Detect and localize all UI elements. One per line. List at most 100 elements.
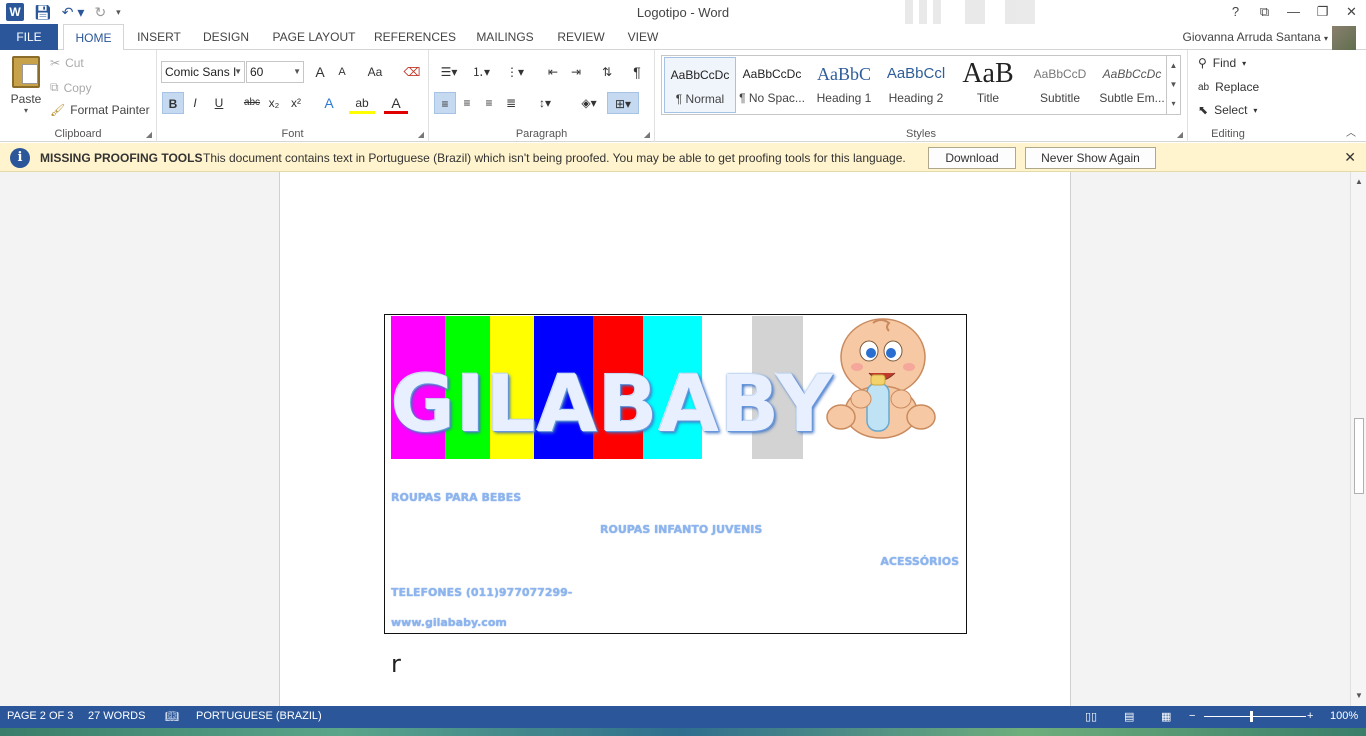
dialog-launcher-icon[interactable]: ◢ bbox=[418, 130, 424, 139]
style-subtle-emphasis[interactable]: AaBbCcDc Subtle Em... bbox=[1096, 57, 1168, 113]
zoom-level[interactable]: 100% bbox=[1330, 710, 1358, 722]
underline-button[interactable]: U bbox=[207, 92, 231, 114]
text-effects-button[interactable]: A bbox=[317, 92, 341, 114]
font-size-input[interactable]: 60 ▼ bbox=[246, 61, 304, 83]
grow-font-button[interactable]: A bbox=[310, 61, 330, 83]
dialog-launcher-icon[interactable]: ◢ bbox=[146, 130, 152, 139]
style-no-spacing[interactable]: AaBbCcDc ¶ No Spac... bbox=[736, 57, 808, 113]
zoom-out-button[interactable]: − bbox=[1189, 710, 1195, 722]
ribbon-display-button[interactable]: ⧉ bbox=[1250, 0, 1279, 24]
replace-button[interactable]: ab Replace bbox=[1198, 80, 1259, 94]
never-show-again-button[interactable]: Never Show Again bbox=[1025, 147, 1156, 169]
tab-page-layout[interactable]: PAGE LAYOUT bbox=[268, 24, 360, 50]
sort-icon[interactable]: ⇅ bbox=[597, 61, 617, 83]
zoom-slider[interactable] bbox=[1204, 716, 1306, 717]
scroll-down-icon[interactable]: ▼ bbox=[1351, 688, 1366, 704]
dialog-launcher-icon[interactable]: ◢ bbox=[1177, 130, 1183, 139]
find-button[interactable]: ⚲ Find ▾ bbox=[1198, 56, 1246, 70]
select-button[interactable]: ⬉ Select ▾ bbox=[1198, 103, 1257, 117]
user-name[interactable]: Giovanna Arruda Santana ▾ bbox=[1183, 30, 1328, 44]
zoom-slider-thumb[interactable] bbox=[1250, 711, 1253, 722]
more-icon[interactable]: ▾ bbox=[1167, 94, 1180, 113]
close-button[interactable]: ✕ bbox=[1337, 0, 1366, 24]
close-icon[interactable]: ✕ bbox=[1344, 149, 1356, 166]
change-case-button[interactable]: Aa bbox=[360, 61, 390, 83]
logo-line-acessorios: ACESSÓRIOS bbox=[880, 555, 959, 568]
align-center-icon[interactable]: ≡ bbox=[457, 92, 477, 114]
collapse-ribbon-icon[interactable]: ︿ bbox=[1346, 124, 1356, 139]
scroll-thumb[interactable] bbox=[1354, 418, 1364, 494]
font-family-input[interactable]: Comic Sans I ▼ bbox=[161, 61, 245, 83]
italic-button[interactable]: I bbox=[185, 92, 205, 114]
decrease-indent-icon[interactable]: ⇤ bbox=[543, 61, 563, 83]
style-title[interactable]: AaB Title bbox=[952, 57, 1024, 113]
binoculars-icon: ⚲ bbox=[1198, 56, 1207, 70]
style-subtitle[interactable]: AaBbCcD Subtitle bbox=[1024, 57, 1096, 113]
language-indicator[interactable]: PORTUGUESE (BRAZIL) bbox=[196, 710, 322, 722]
show-formatting-button[interactable]: ¶ bbox=[627, 61, 647, 83]
align-right-icon[interactable]: ≡ bbox=[479, 92, 499, 114]
styles-gallery-scroll[interactable]: ▲ ▼ ▾ bbox=[1166, 56, 1180, 114]
restore-button[interactable]: ❐ bbox=[1308, 0, 1337, 24]
tab-design[interactable]: DESIGN bbox=[197, 24, 255, 50]
chevron-down-icon[interactable]: ▼ bbox=[1167, 75, 1180, 94]
copy-button[interactable]: ⧉ Copy bbox=[50, 80, 92, 95]
info-icon: i bbox=[10, 148, 30, 168]
superscript-button[interactable]: x² bbox=[286, 92, 306, 114]
shrink-font-button[interactable]: A bbox=[332, 61, 352, 83]
vertical-scrollbar[interactable]: ▲ ▼ bbox=[1350, 172, 1366, 706]
line-spacing-icon[interactable]: ↕▾ bbox=[531, 92, 559, 114]
style-heading-2[interactable]: AaBbCcl Heading 2 bbox=[880, 57, 952, 113]
subscript-button[interactable]: x₂ bbox=[264, 92, 284, 114]
tab-home[interactable]: HOME bbox=[63, 24, 124, 51]
borders-icon[interactable]: ⊞▾ bbox=[607, 92, 639, 114]
bold-button[interactable]: B bbox=[162, 92, 184, 114]
align-left-icon[interactable]: ≡ bbox=[434, 92, 456, 114]
scroll-up-icon[interactable]: ▲ bbox=[1351, 174, 1366, 190]
word-count[interactable]: 27 WORDS bbox=[88, 710, 145, 722]
replace-icon: ab bbox=[1198, 81, 1210, 93]
highlight-button[interactable]: ab bbox=[349, 92, 375, 114]
minimize-button[interactable]: — bbox=[1279, 0, 1308, 24]
increase-indent-icon[interactable]: ⇥ bbox=[566, 61, 586, 83]
logo-box[interactable]: GILABABY ROUPAS PARA BEBES ROUPAS INFANT… bbox=[384, 314, 967, 634]
bullets-icon[interactable]: ☰▾ bbox=[435, 61, 463, 83]
page-count[interactable]: PAGE 2 OF 3 bbox=[7, 710, 73, 722]
paste-button[interactable]: Paste ▾ bbox=[8, 56, 44, 115]
justify-icon[interactable]: ≣ bbox=[501, 92, 521, 114]
tab-mailings[interactable]: MAILINGS bbox=[468, 24, 542, 50]
tab-references[interactable]: REFERENCES bbox=[373, 24, 457, 50]
document-area[interactable]: GILABABY ROUPAS PARA BEBES ROUPAS INFANT… bbox=[0, 172, 1350, 706]
cut-button[interactable]: ✂ Cut bbox=[50, 56, 84, 70]
tab-review[interactable]: REVIEW bbox=[551, 24, 611, 50]
numbering-icon[interactable]: ⒈▾ bbox=[467, 61, 495, 83]
status-bar: PAGE 2 OF 3 27 WORDS 📖︎ PORTUGUESE (BRAZ… bbox=[0, 706, 1366, 728]
copy-icon: ⧉ bbox=[50, 80, 59, 94]
avatar[interactable] bbox=[1332, 26, 1356, 50]
read-mode-icon[interactable]: ▯▯ bbox=[1085, 710, 1097, 723]
format-painter-button[interactable]: 🖌︎ Format Painter bbox=[50, 103, 150, 117]
help-button[interactable]: ? bbox=[1221, 0, 1250, 24]
font-color-button[interactable]: A bbox=[384, 92, 408, 114]
download-button[interactable]: Download bbox=[928, 147, 1016, 169]
ribbon-tabs: FILE HOME INSERT DESIGN PAGE LAYOUT REFE… bbox=[0, 24, 1366, 51]
chevron-up-icon[interactable]: ▲ bbox=[1167, 56, 1180, 75]
multilevel-list-icon[interactable]: ⋮▾ bbox=[501, 61, 529, 83]
shading-icon[interactable]: ◈▾ bbox=[574, 92, 604, 114]
proofing-icon[interactable]: 📖︎ bbox=[165, 710, 179, 723]
chevron-down-icon: ▼ bbox=[234, 67, 242, 76]
style-heading-1[interactable]: AaBbC Heading 1 bbox=[808, 57, 880, 113]
baby-illustration bbox=[826, 318, 936, 439]
tab-view[interactable]: VIEW bbox=[620, 24, 666, 50]
clear-formatting-icon[interactable]: ⌫ bbox=[402, 61, 422, 83]
style-normal[interactable]: AaBbCcDc ¶ Normal bbox=[664, 57, 736, 113]
web-layout-icon[interactable]: ▦ bbox=[1161, 710, 1171, 723]
dialog-launcher-icon[interactable]: ◢ bbox=[644, 130, 650, 139]
cursor-icon: ⬉ bbox=[1198, 103, 1209, 117]
zoom-in-button[interactable]: + bbox=[1307, 710, 1313, 722]
strikethrough-button[interactable]: abc bbox=[241, 92, 263, 114]
print-layout-icon[interactable]: ▤ bbox=[1124, 710, 1134, 723]
document-page[interactable]: GILABABY ROUPAS PARA BEBES ROUPAS INFANT… bbox=[279, 172, 1071, 706]
tab-file[interactable]: FILE bbox=[0, 24, 58, 50]
tab-insert[interactable]: INSERT bbox=[130, 24, 188, 50]
